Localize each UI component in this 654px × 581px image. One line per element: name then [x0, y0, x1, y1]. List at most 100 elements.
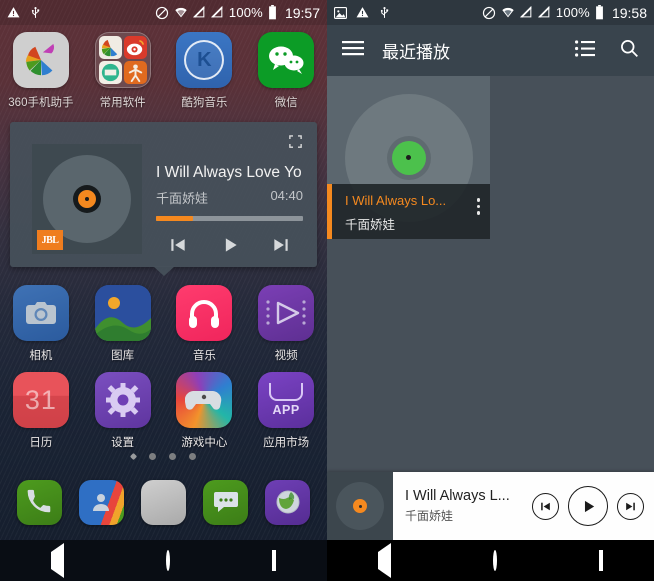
do-not-disturb-icon — [482, 6, 496, 20]
folder-mini-meitu-icon — [98, 61, 122, 84]
video-play-icon — [258, 285, 315, 341]
widget-track-title: I Will Always Love Yo... — [156, 164, 303, 181]
app-label: 游戏中心 — [181, 437, 228, 449]
left-nav-bar — [0, 540, 327, 581]
calendar-date-glyph: 31 — [24, 384, 57, 415]
wifi-icon — [501, 6, 515, 19]
play-icon[interactable] — [220, 235, 240, 260]
next-track-icon[interactable] — [617, 492, 644, 520]
folder-mini-weibo-icon — [123, 36, 147, 59]
phone-icon[interactable] — [16, 479, 62, 525]
home-icon[interactable] — [166, 549, 170, 571]
page-dot[interactable] — [149, 453, 156, 460]
app-label: 视频 — [274, 350, 298, 362]
music-headphones-icon — [176, 285, 233, 341]
widget-playback-controls — [156, 227, 303, 267]
widget-progress-bar[interactable] — [156, 216, 303, 221]
app-row-2: 相机 图库 音乐 视频 — [0, 285, 327, 363]
app-label: 360手机助手 — [8, 97, 74, 109]
expand-fullscreen-icon[interactable] — [288, 134, 303, 149]
widget-pointer — [152, 266, 175, 276]
app-icon-folder-common[interactable]: 常用软件 — [82, 32, 164, 110]
home-icon[interactable] — [493, 549, 497, 571]
messages-icon[interactable] — [203, 479, 249, 525]
page-dot[interactable] — [169, 453, 176, 460]
previous-track-icon[interactable] — [532, 492, 559, 520]
app-label: 酷狗音乐 — [181, 97, 228, 109]
left-status-bar: 100% 19:57 — [0, 0, 327, 25]
app-market-icon: APP — [258, 372, 315, 428]
player-track-artist: 千面娇娃 — [405, 509, 454, 523]
signal-off-icon — [519, 5, 533, 19]
search-icon[interactable] — [619, 38, 639, 63]
left-phone-screen: 100% 19:57 360手机助手 常用软件 K 酷狗音乐 微信 JBL I … — [0, 0, 327, 581]
home-page-indicator — [0, 452, 327, 461]
folder-mini-360-icon — [98, 36, 122, 59]
right-status-bar: 100% 19:58 — [327, 0, 654, 25]
hamburger-menu-icon[interactable] — [342, 40, 364, 61]
app-icon-calendar[interactable]: 31 日历 — [0, 372, 82, 450]
signal-off-icon — [537, 5, 551, 19]
app-icon-camera[interactable]: 相机 — [0, 285, 82, 363]
settings-gear-icon — [94, 372, 151, 428]
app-icon-music[interactable]: 音乐 — [164, 285, 246, 363]
recently-played-grid: I Will Always Lo... 千面娇娃 — [327, 76, 654, 239]
app-icon-game-center[interactable]: 游戏中心 — [164, 372, 246, 450]
card-track-title: I Will Always Lo... — [345, 193, 447, 208]
more-vertical-icon[interactable] — [476, 198, 480, 215]
launcher-dock — [0, 464, 327, 540]
page-dot-active[interactable] — [129, 452, 138, 461]
page-dot[interactable] — [189, 453, 196, 460]
app-icon-video[interactable]: 视频 — [245, 285, 327, 363]
previous-track-icon[interactable] — [168, 235, 188, 260]
recents-icon[interactable] — [599, 549, 603, 571]
play-icon[interactable] — [568, 486, 608, 526]
widget-track-duration: 04:40 — [270, 188, 303, 203]
browser-icon[interactable] — [265, 479, 311, 525]
page-title: 最近播放 — [382, 43, 450, 62]
app-label: 微信 — [274, 97, 298, 109]
app-icon-settings[interactable]: 设置 — [82, 372, 164, 450]
warning-triangle-icon — [356, 6, 369, 19]
player-controls — [532, 486, 654, 526]
battery-icon — [268, 5, 277, 20]
folder-icon — [94, 32, 151, 88]
signal-off-icon — [210, 5, 224, 19]
now-playing-bar[interactable]: I Will Always L... 千面娇娃 — [327, 472, 654, 540]
widget-progress-fill — [156, 216, 193, 221]
app-label: 音乐 — [192, 350, 216, 362]
app-label: 设置 — [111, 437, 135, 449]
app-label: 常用软件 — [99, 97, 146, 109]
music-widget[interactable]: JBL I Will Always Love Yo... 千面娇娃 04:40 — [10, 122, 317, 276]
app-drawer-icon[interactable] — [140, 479, 186, 525]
recents-icon[interactable] — [272, 549, 276, 571]
calendar-icon: 31 — [12, 372, 69, 428]
shopping-bag-icon — [269, 383, 304, 401]
android-launcher: 100% 19:57 360手机助手 常用软件 K 酷狗音乐 微信 JBL I … — [0, 0, 327, 581]
app-icon-kugou-music[interactable]: K 酷狗音乐 — [164, 32, 246, 110]
app-icon-wechat[interactable]: 微信 — [245, 32, 327, 110]
back-icon[interactable] — [51, 542, 64, 578]
right-phone-screen: 100% 19:58 最近播放 I Will Always Lo... 千面娇娃… — [327, 0, 654, 581]
app-market-glyph: APP — [272, 403, 300, 417]
app-icon-360-assistant[interactable]: 360手机助手 — [0, 32, 82, 110]
app-360-assistant-icon — [12, 32, 69, 88]
back-icon[interactable] — [378, 542, 391, 578]
app-icon-app-market[interactable]: APP 应用市场 — [245, 372, 327, 450]
player-track-meta: I Will Always L... 千面娇娃 — [405, 488, 532, 524]
camera-icon — [12, 285, 69, 341]
usb-icon — [378, 6, 391, 20]
album-card[interactable]: I Will Always Lo... 千面娇娃 — [327, 76, 490, 239]
list-view-icon[interactable] — [575, 39, 595, 62]
app-label: 日历 — [29, 437, 53, 449]
contacts-icon[interactable] — [78, 479, 124, 525]
next-track-icon[interactable] — [271, 235, 291, 260]
image-icon — [334, 6, 347, 19]
widget-track-artist: 千面娇娃 — [156, 191, 209, 206]
app-label: 图库 — [111, 350, 135, 362]
player-album-thumbnail — [327, 472, 393, 540]
battery-percent-label: 100% — [555, 5, 590, 20]
widget-album-art: JBL — [32, 144, 142, 254]
app-icon-gallery[interactable]: 图库 — [82, 285, 164, 363]
battery-icon — [595, 5, 604, 20]
